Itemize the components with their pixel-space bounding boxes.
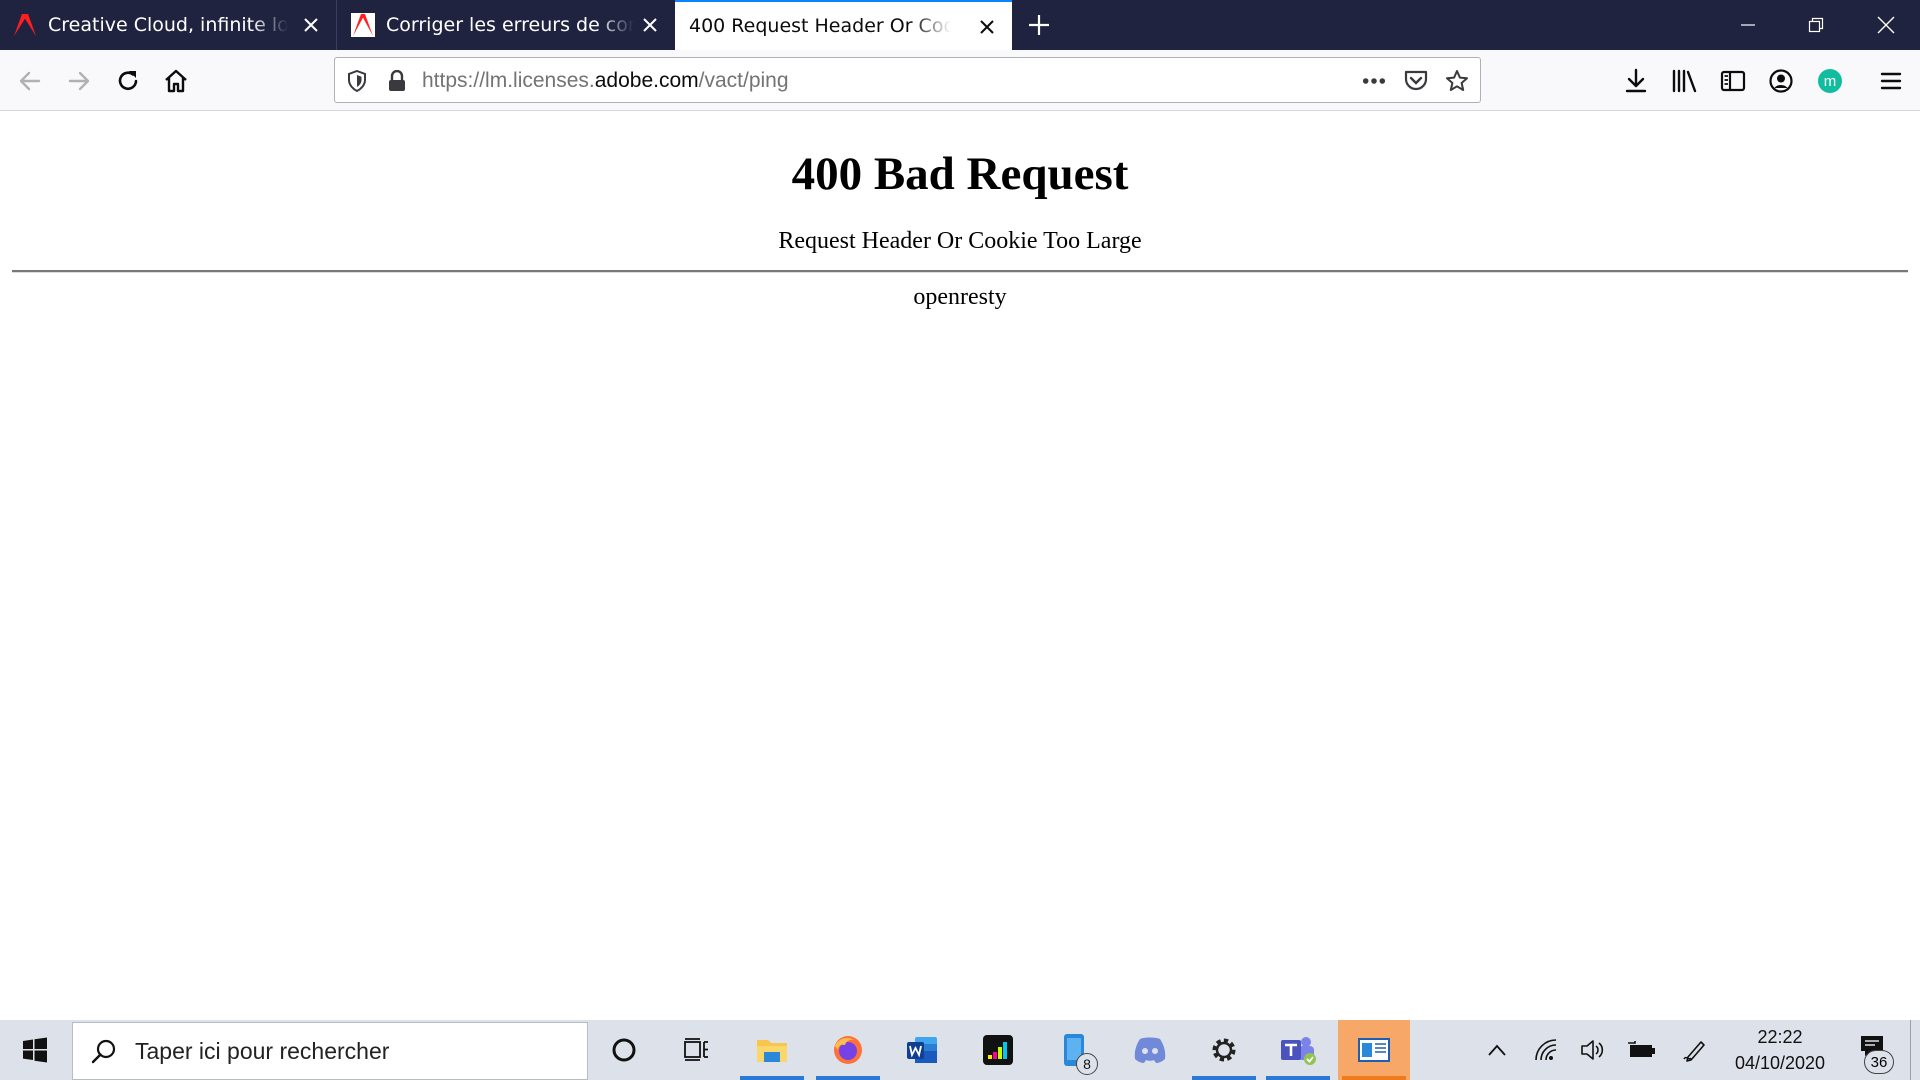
- close-tab-icon[interactable]: [976, 16, 998, 38]
- menu-button[interactable]: [1873, 63, 1909, 99]
- restore-button[interactable]: [1782, 0, 1850, 50]
- adobe-logo-icon: [12, 12, 38, 38]
- tray-overflow-button[interactable]: [1480, 1020, 1514, 1080]
- taskbar-firefox[interactable]: [812, 1020, 884, 1080]
- url-text[interactable]: https://lm.licenses.adobe.com/vact/ping: [422, 69, 789, 93]
- taskbar-teams[interactable]: [1262, 1020, 1334, 1080]
- restore-icon: [1808, 17, 1824, 33]
- arrow-left-icon: [19, 71, 41, 91]
- error-heading: 400 Bad Request: [791, 148, 1129, 200]
- new-tab-button[interactable]: [1022, 8, 1056, 42]
- search-icon: [91, 1039, 116, 1064]
- pocket-icon[interactable]: [1404, 69, 1428, 93]
- taskbar-file-explorer[interactable]: [736, 1020, 808, 1080]
- firefox-icon: [834, 1036, 862, 1064]
- tray-battery[interactable]: [1624, 1020, 1660, 1080]
- tab-title: Corriger les erreurs de connexion: [386, 14, 634, 36]
- adobe-logo-icon: [351, 13, 375, 37]
- home-icon: [165, 69, 187, 93]
- hamburger-menu-icon: [1880, 72, 1902, 90]
- wifi-icon: [1535, 1039, 1557, 1061]
- taskbar-word[interactable]: [886, 1020, 958, 1080]
- close-tab-icon[interactable]: [300, 14, 322, 36]
- tab-corriger-erreurs[interactable]: Corriger les erreurs de connexion: [338, 0, 675, 50]
- taskbar-deezer[interactable]: [962, 1020, 1034, 1080]
- download-icon: [1625, 68, 1647, 93]
- cortana-button[interactable]: [588, 1020, 660, 1080]
- url-domain: adobe.com: [594, 69, 699, 92]
- tray-network[interactable]: [1530, 1020, 1564, 1080]
- url-prefix: https://lm.licenses.: [422, 69, 595, 92]
- pen-icon: [1683, 1041, 1705, 1062]
- account-button[interactable]: [1763, 63, 1799, 99]
- chevron-up-icon: [1488, 1044, 1506, 1056]
- tab-creative-cloud[interactable]: Creative Cloud, infinite loading: [0, 0, 337, 50]
- library-button[interactable]: [1667, 63, 1703, 99]
- start-button[interactable]: [0, 1020, 70, 1080]
- url-path: /vact/ping: [698, 69, 789, 92]
- forward-button[interactable]: [61, 63, 97, 99]
- url-bar[interactable]: https://lm.licenses.adobe.com/vact/ping: [334, 57, 1481, 103]
- taskbar-search-box[interactable]: Taper ici pour rechercher: [72, 1022, 588, 1080]
- sidebar-button[interactable]: [1715, 63, 1751, 99]
- bookmark-star-icon[interactable]: [1445, 69, 1469, 93]
- battery-charging-icon: [1628, 1041, 1655, 1057]
- notification-badge: 8: [1076, 1053, 1098, 1075]
- page-actions-more-icon[interactable]: [1362, 69, 1386, 93]
- taskbar-discord[interactable]: [1114, 1020, 1186, 1080]
- back-button[interactable]: [12, 63, 48, 99]
- profile-avatar: m: [1818, 69, 1842, 93]
- extension-m-button[interactable]: m: [1812, 63, 1848, 99]
- minimize-button[interactable]: [1714, 0, 1782, 50]
- deezer-icon: [983, 1035, 1013, 1065]
- lock-icon[interactable]: [385, 69, 409, 93]
- taskbar-clock[interactable]: 22:22 04/10/2020: [1720, 1024, 1840, 1076]
- plus-icon: [1029, 15, 1049, 35]
- windows-logo-icon: [23, 1037, 47, 1063]
- windows-taskbar: Taper ici pour rechercher 8 22:22 04/10/…: [0, 1020, 1920, 1080]
- reload-button[interactable]: [110, 63, 146, 99]
- library-icon: [1672, 69, 1697, 93]
- divider: [12, 270, 1908, 273]
- tab-strip: Creative Cloud, infinite loading Corrige…: [0, 0, 1920, 50]
- taskbar-settings[interactable]: [1188, 1020, 1260, 1080]
- close-icon: [1877, 16, 1895, 34]
- arrow-right-icon: [68, 71, 90, 91]
- navigation-toolbar: https://lm.licenses.adobe.com/vact/ping …: [0, 50, 1920, 111]
- tab-active-400[interactable]: 400 Request Header Or Cookie Too Large: [675, 0, 1012, 50]
- error-message: Request Header Or Cookie Too Large: [778, 228, 1142, 254]
- show-desktop-button[interactable]: [1910, 1020, 1920, 1080]
- home-button[interactable]: [158, 63, 194, 99]
- tray-volume[interactable]: [1576, 1020, 1610, 1080]
- taskbar-phone[interactable]: 8: [1038, 1020, 1110, 1080]
- minimize-icon: [1741, 24, 1755, 26]
- search-placeholder: Taper ici pour rechercher: [135, 1037, 390, 1064]
- tab-title: Creative Cloud, infinite loading: [48, 14, 288, 36]
- server-name: openresty: [913, 284, 1007, 310]
- notification-count-badge: 36: [1864, 1050, 1894, 1074]
- close-window-button[interactable]: [1852, 0, 1920, 50]
- clock-time: 22:22: [1757, 1027, 1803, 1047]
- clock-date: 04/10/2020: [1734, 1053, 1826, 1073]
- reload-icon: [118, 71, 138, 90]
- word-icon: [907, 1037, 937, 1063]
- downloads-button[interactable]: [1618, 63, 1654, 99]
- teams-icon: [1281, 1037, 1316, 1065]
- close-tab-icon[interactable]: [639, 14, 661, 36]
- sidebar-icon: [1720, 70, 1746, 92]
- tracking-protection-shield-icon[interactable]: [345, 69, 369, 93]
- gear-icon: [1212, 1038, 1236, 1062]
- taskbar-window-app[interactable]: [1338, 1020, 1410, 1080]
- window-app-icon: [1358, 1038, 1390, 1062]
- account-icon: [1769, 69, 1793, 93]
- tray-pen[interactable]: [1678, 1020, 1712, 1080]
- discord-icon: [1134, 1037, 1166, 1063]
- task-view-icon: [684, 1038, 708, 1061]
- tab-title: 400 Request Header Or Cookie Too Large: [689, 15, 951, 37]
- speaker-icon: [1581, 1040, 1604, 1060]
- cortana-circle-icon: [612, 1038, 636, 1062]
- folder-icon: [757, 1040, 787, 1062]
- page-content: 400 Bad Request Request Header Or Cookie…: [0, 111, 1920, 1020]
- task-view-button[interactable]: [660, 1020, 732, 1080]
